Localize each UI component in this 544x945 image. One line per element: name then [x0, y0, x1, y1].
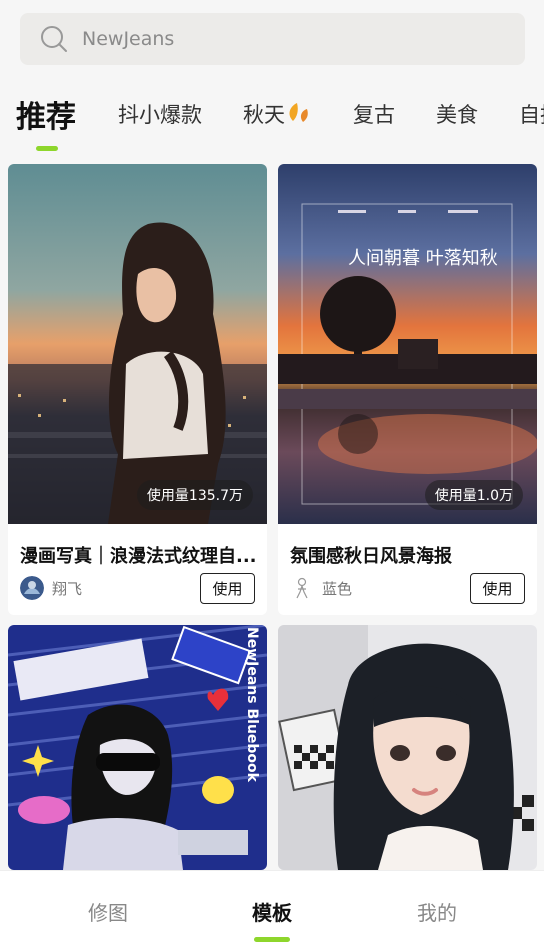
nav-edit[interactable]: 修图: [88, 897, 128, 926]
use-button[interactable]: 使用: [200, 573, 255, 604]
author-info[interactable]: 蓝色: [290, 576, 352, 600]
tab-label: 秋天: [243, 103, 285, 127]
nav-active-indicator: [254, 937, 290, 942]
tab-label: 美食: [436, 103, 478, 127]
avatar: [20, 576, 44, 600]
nav-label: 我的: [417, 901, 457, 925]
tab-autumn[interactable]: 秋天: [243, 84, 313, 144]
search-bar[interactable]: [20, 13, 525, 65]
template-thumbnail[interactable]: 使用量135.7万: [8, 164, 267, 524]
nav-label: 模板: [252, 901, 292, 925]
template-card[interactable]: [278, 625, 537, 870]
tab-selfie[interactable]: 自拍: [519, 84, 544, 144]
category-tabs: 推荐 抖小爆款 秋天 复古 美食 自拍: [0, 84, 544, 154]
tab-label: 抖小爆款: [118, 103, 202, 127]
tab-active-indicator: [36, 146, 58, 151]
tab-label: 自拍: [519, 103, 544, 127]
template-title: 漫画写真｜浪漫法式纹理自...: [20, 546, 257, 567]
tab-recommend[interactable]: 推荐: [16, 84, 76, 144]
search-icon: [40, 25, 68, 53]
use-button[interactable]: 使用: [470, 573, 525, 604]
template-thumbnail[interactable]: [278, 625, 537, 870]
tab-label: 推荐: [16, 100, 76, 135]
tab-label: 复古: [353, 103, 395, 127]
author-name: 翔飞: [52, 579, 83, 598]
tab-food[interactable]: 美食: [436, 84, 478, 144]
template-thumbnail[interactable]: NewJeans Bluebook: [8, 625, 267, 870]
author-info[interactable]: 翔飞: [20, 576, 82, 600]
usage-badge: 使用量135.7万: [136, 480, 253, 510]
template-card[interactable]: 人间朝暮 叶落知秋 使用量1.0万 氛围感秋日风景海报 蓝色 使用: [278, 164, 537, 615]
search-input[interactable]: [82, 28, 482, 50]
nav-me[interactable]: 我的: [417, 897, 457, 926]
poster-vertical-text: NewJeans Bluebook: [244, 627, 260, 783]
usage-badge: 使用量1.0万: [424, 480, 523, 510]
poster-title-text: 人间朝暮 叶落知秋: [348, 248, 498, 269]
template-card[interactable]: 使用量135.7万 漫画写真｜浪漫法式纹理自... 翔飞 使用: [8, 164, 267, 615]
author-name: 蓝色: [322, 579, 353, 598]
tab-douyin-hot[interactable]: 抖小爆款: [118, 84, 202, 144]
avatar: [290, 576, 314, 600]
nav-label: 修图: [88, 901, 128, 925]
template-thumbnail[interactable]: 人间朝暮 叶落知秋 使用量1.0万: [278, 164, 537, 524]
template-card[interactable]: NewJeans Bluebook: [8, 625, 267, 870]
bottom-nav: 修图 模板 我的: [0, 870, 544, 945]
tab-retro[interactable]: 复古: [353, 84, 395, 144]
template-title: 氛围感秋日风景海报: [290, 546, 452, 567]
leaf-emoji-icon: [287, 101, 313, 128]
template-page: 推荐 抖小爆款 秋天 复古 美食 自拍: [0, 0, 544, 945]
nav-templates[interactable]: 模板: [252, 897, 292, 926]
